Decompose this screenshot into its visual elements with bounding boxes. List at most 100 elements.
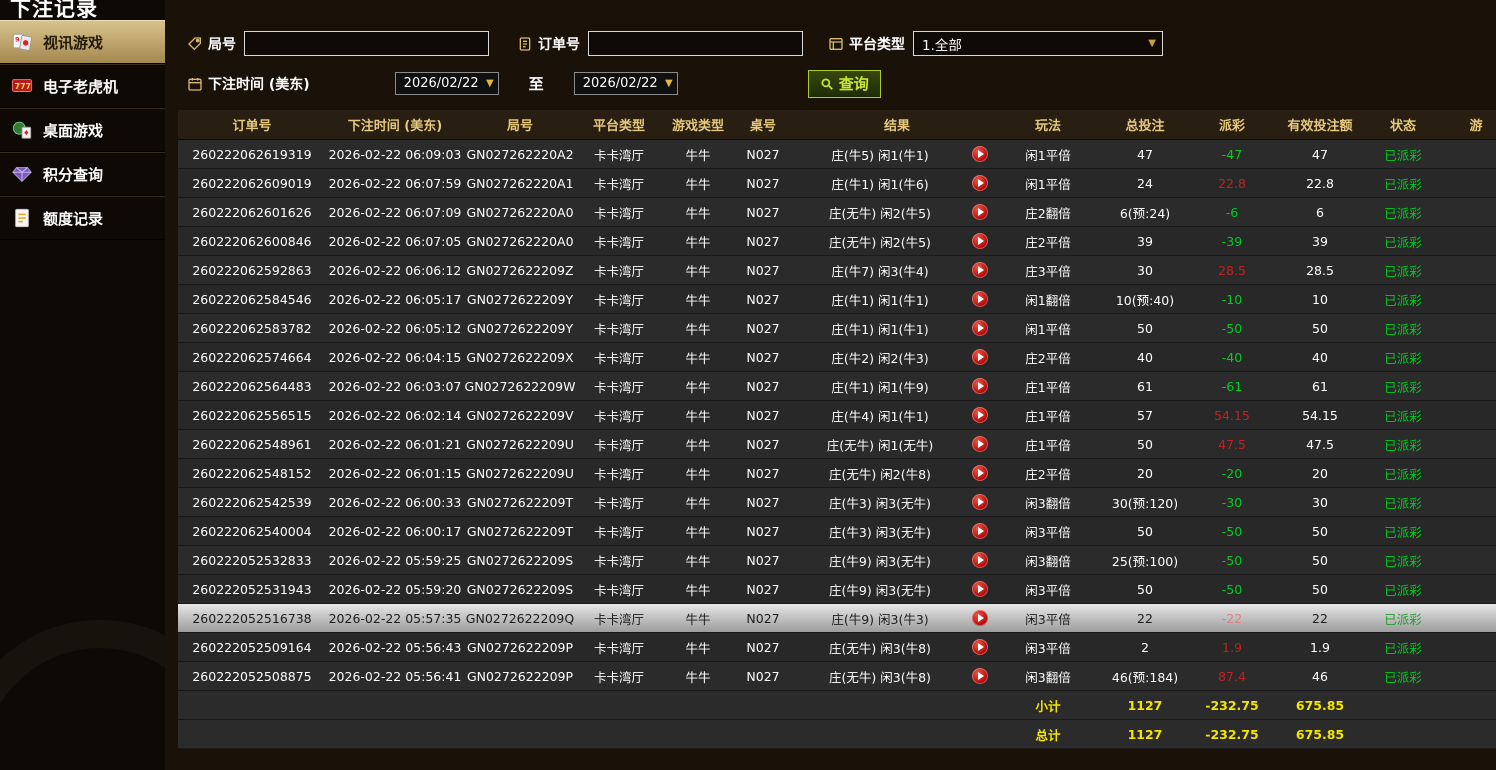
cell-extra bbox=[1434, 343, 1496, 371]
cell-round-no: GN0272622209U bbox=[464, 459, 576, 487]
cell-extra bbox=[1434, 372, 1496, 400]
table-row[interactable]: 260222052532833 2026-02-22 05:59:25 GN02… bbox=[178, 546, 1496, 575]
cell-game-type: 牛牛 bbox=[662, 227, 734, 255]
play-video-button[interactable] bbox=[972, 523, 988, 539]
cell-payout: -10 bbox=[1196, 285, 1268, 313]
order-number-icon bbox=[517, 36, 533, 52]
table-row[interactable]: 260222062548152 2026-02-22 06:01:15 GN02… bbox=[178, 459, 1496, 488]
play-video-button[interactable] bbox=[972, 668, 988, 684]
cell-total-bet: 22 bbox=[1094, 604, 1196, 632]
table-body: 260222062619319 2026-02-22 06:09:03 GN02… bbox=[178, 140, 1496, 749]
play-video-button[interactable] bbox=[972, 436, 988, 452]
cell-extra bbox=[1434, 662, 1496, 690]
play-video-button[interactable] bbox=[972, 204, 988, 220]
date-from-select[interactable]: 2026/02/22 ▼ bbox=[395, 72, 499, 95]
cell-play-method: 闲1平倍 bbox=[1002, 314, 1094, 342]
table-row[interactable]: 260222052509164 2026-02-22 05:56:43 GN02… bbox=[178, 633, 1496, 662]
play-video-button[interactable] bbox=[972, 233, 988, 249]
result-text: 庄(牛7) 闲3(牛4) bbox=[831, 261, 928, 280]
sidebar-item-table-games[interactable]: 桌面游戏 bbox=[0, 108, 165, 152]
sidebar-item-label: 桌面游戏 bbox=[43, 120, 103, 141]
date-to-value: 2026/02/22 bbox=[583, 76, 658, 91]
play-video-button[interactable] bbox=[972, 262, 988, 278]
sidebar-item-slot-777[interactable]: 777电子老虎机 bbox=[0, 64, 165, 108]
play-video-button[interactable] bbox=[972, 494, 988, 510]
main-content: 局号 订单号 平台类型 1.全部 ▼ bbox=[165, 0, 1496, 770]
cell-total-bet: 24 bbox=[1094, 169, 1196, 197]
order-number-input[interactable] bbox=[588, 31, 803, 56]
sidebar-item-gem[interactable]: 积分查询 bbox=[0, 152, 165, 196]
play-video-button[interactable] bbox=[972, 639, 988, 655]
platform-type-select[interactable]: 1.全部 ▼ bbox=[913, 31, 1163, 56]
watermark-circle bbox=[0, 620, 165, 770]
platform-type-icon bbox=[828, 36, 844, 52]
cell-result: 庄(牛3) 闲3(无牛) bbox=[792, 517, 1002, 545]
play-video-button[interactable] bbox=[972, 349, 988, 365]
play-video-button[interactable] bbox=[972, 407, 988, 423]
table-row[interactable]: 260222062583782 2026-02-22 06:05:12 GN02… bbox=[178, 314, 1496, 343]
cell-order-no bbox=[178, 720, 326, 748]
date-to-select[interactable]: 2026/02/22 ▼ bbox=[574, 72, 678, 95]
cell-game-type: 牛牛 bbox=[662, 488, 734, 516]
cell-table-no: N027 bbox=[734, 604, 792, 632]
table-row[interactable]: 260222052508875 2026-02-22 05:56:41 GN02… bbox=[178, 662, 1496, 691]
table-row[interactable]: 260222062609019 2026-02-22 06:07:59 GN02… bbox=[178, 169, 1496, 198]
cell-extra bbox=[1434, 604, 1496, 632]
status-badge: 已派彩 bbox=[1372, 459, 1434, 487]
cell-extra bbox=[1434, 546, 1496, 574]
cell-valid-bet: 47 bbox=[1268, 140, 1372, 168]
table-row[interactable]: 260222052531943 2026-02-22 05:59:20 GN02… bbox=[178, 575, 1496, 604]
sidebar-item-document[interactable]: 额度记录 bbox=[0, 196, 165, 240]
cell-extra bbox=[1434, 285, 1496, 313]
table-row[interactable]: 260222062601626 2026-02-22 06:07:09 GN02… bbox=[178, 198, 1496, 227]
table-row[interactable]: 260222062584546 2026-02-22 06:05:17 GN02… bbox=[178, 285, 1496, 314]
cell-payout: -47 bbox=[1196, 140, 1268, 168]
table-row[interactable]: 260222062542539 2026-02-22 06:00:33 GN02… bbox=[178, 488, 1496, 517]
cell-order-no: 260222062601626 bbox=[178, 198, 326, 226]
play-video-button[interactable] bbox=[972, 552, 988, 568]
table-row[interactable]: 260222062548961 2026-02-22 06:01:21 GN02… bbox=[178, 430, 1496, 459]
column-header: 局号 bbox=[464, 110, 576, 139]
cell-order-no: 260222062619319 bbox=[178, 140, 326, 168]
round-number-input[interactable] bbox=[244, 31, 489, 56]
table-row[interactable]: 260222062540004 2026-02-22 06:00:17 GN02… bbox=[178, 517, 1496, 546]
filter-panel: 局号 订单号 平台类型 1.全部 ▼ bbox=[165, 0, 1496, 97]
cards-icon: 9 bbox=[10, 31, 34, 53]
sidebar-item-cards[interactable]: 9视讯游戏 bbox=[0, 20, 165, 64]
cell-payout: 1.9 bbox=[1196, 633, 1268, 661]
cell-table-no: N027 bbox=[734, 662, 792, 690]
table-row[interactable]: 260222052516738 2026-02-22 05:57:35 GN02… bbox=[178, 604, 1496, 633]
play-video-button[interactable] bbox=[972, 320, 988, 336]
query-button[interactable]: 查询 bbox=[808, 70, 881, 98]
cell-result: 庄(牛1) 闲1(牛1) bbox=[792, 314, 1002, 342]
table-row[interactable]: 260222062592863 2026-02-22 06:06:12 GN02… bbox=[178, 256, 1496, 285]
cell-play-method: 闲3翻倍 bbox=[1002, 488, 1094, 516]
cell-total-bet: 40 bbox=[1094, 343, 1196, 371]
play-video-button[interactable] bbox=[972, 175, 988, 191]
table-row[interactable]: 260222062574664 2026-02-22 06:04:15 GN02… bbox=[178, 343, 1496, 372]
cell-result: 庄(牛5) 闲1(牛1) bbox=[792, 140, 1002, 168]
play-video-button[interactable] bbox=[972, 610, 988, 626]
cell-result: 庄(牛4) 闲1(牛1) bbox=[792, 401, 1002, 429]
document-icon bbox=[10, 207, 34, 229]
cell-table-no: N027 bbox=[734, 140, 792, 168]
play-video-button[interactable] bbox=[972, 291, 988, 307]
cell-table-no: N027 bbox=[734, 575, 792, 603]
table-row[interactable]: 260222062619319 2026-02-22 06:09:03 GN02… bbox=[178, 140, 1496, 169]
table-row[interactable]: 260222062556515 2026-02-22 06:02:14 GN02… bbox=[178, 401, 1496, 430]
play-video-button[interactable] bbox=[972, 465, 988, 481]
table-row[interactable]: 260222062564483 2026-02-22 06:03:07 GN02… bbox=[178, 372, 1496, 401]
cell-payout: 22.8 bbox=[1196, 169, 1268, 197]
play-video-button[interactable] bbox=[972, 378, 988, 394]
cell-play-method: 小计 bbox=[1002, 691, 1094, 719]
play-video-button[interactable] bbox=[972, 581, 988, 597]
gem-icon bbox=[10, 163, 34, 185]
cell-platform-type: 卡卡湾厅 bbox=[576, 227, 662, 255]
cell-bet-time: 2026-02-22 06:04:15 bbox=[326, 343, 464, 371]
cell-payout: -61 bbox=[1196, 372, 1268, 400]
cell-platform-type: 卡卡湾厅 bbox=[576, 430, 662, 458]
cell-valid-bet: 61 bbox=[1268, 372, 1372, 400]
play-video-button[interactable] bbox=[972, 146, 988, 162]
cell-payout: 87.4 bbox=[1196, 662, 1268, 690]
table-row[interactable]: 260222062600846 2026-02-22 06:07:05 GN02… bbox=[178, 227, 1496, 256]
